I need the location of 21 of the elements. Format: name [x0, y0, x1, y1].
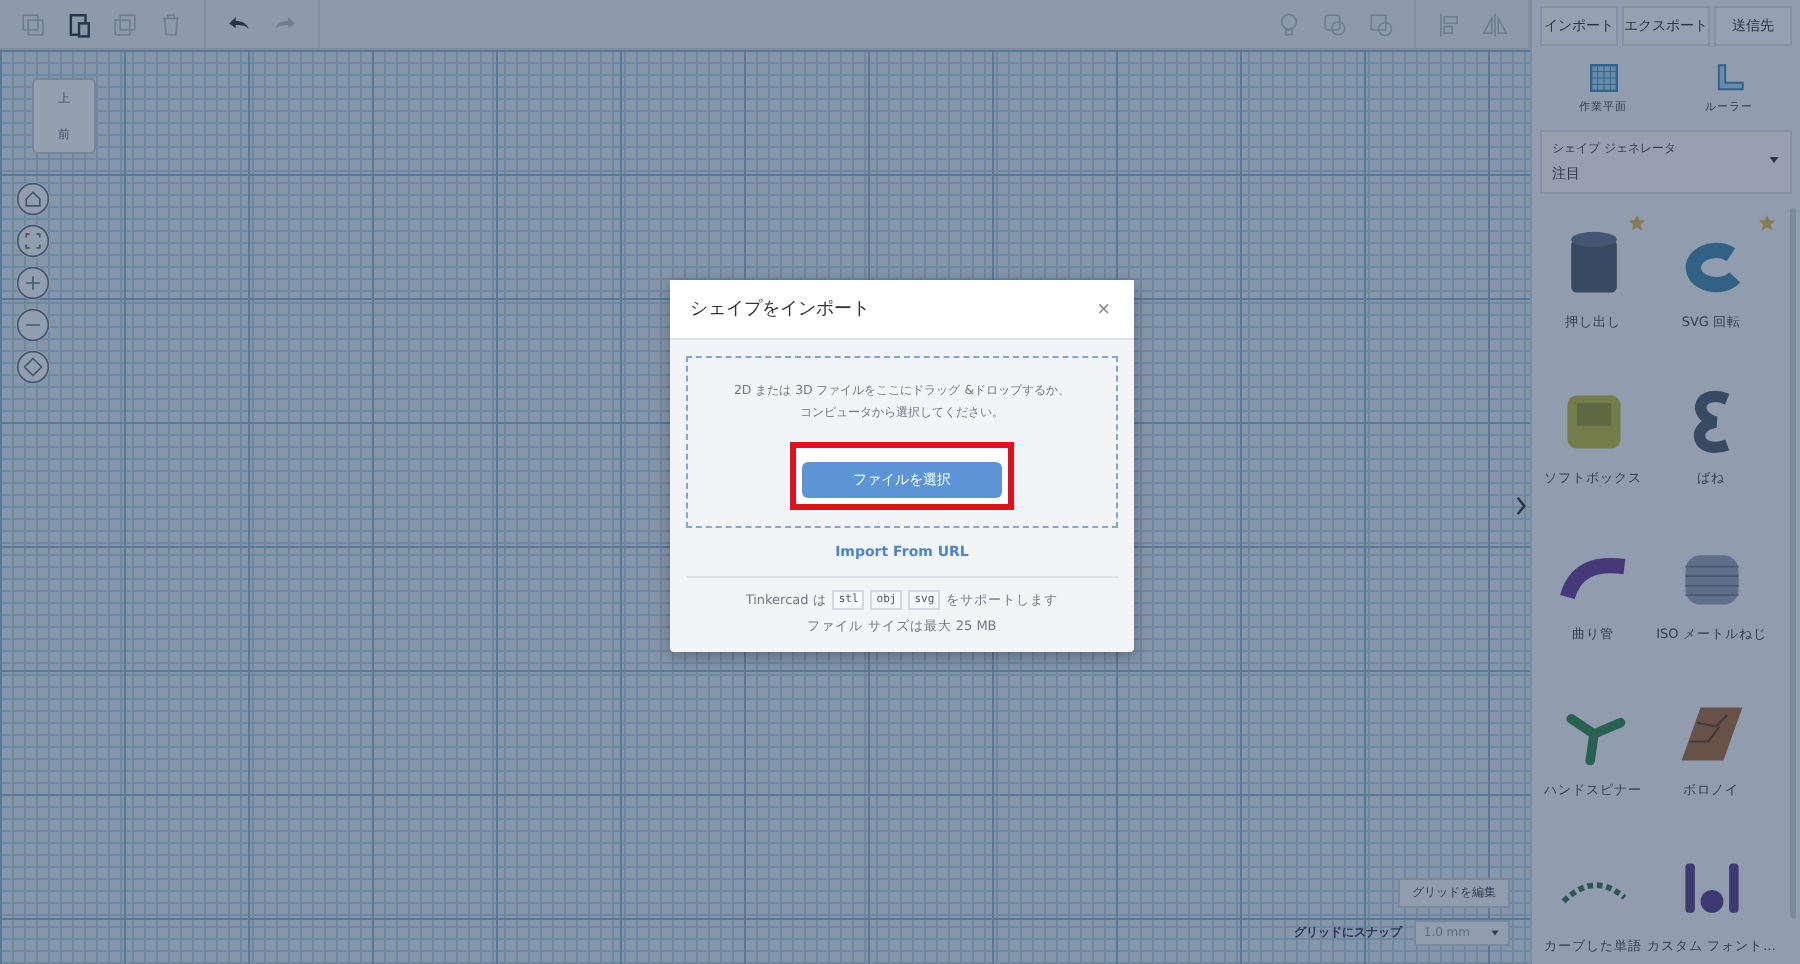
- caret-icon: [1490, 928, 1500, 938]
- ungroup-icon[interactable]: [1368, 11, 1394, 37]
- home-icon[interactable]: [16, 182, 50, 216]
- paste-icon[interactable]: [66, 11, 92, 37]
- lightbulb-icon[interactable]: [1276, 11, 1302, 37]
- duplicate-icon[interactable]: [112, 11, 138, 37]
- perspective-icon[interactable]: [16, 350, 50, 384]
- grid-plane-icon[interactable]: [1587, 62, 1619, 94]
- zoom-out-icon[interactable]: [16, 308, 50, 342]
- zoom-in-icon[interactable]: [16, 266, 50, 300]
- dialog-title: シェイプをインポート: [690, 296, 870, 322]
- group-icon[interactable]: [1322, 11, 1348, 37]
- fit-view-icon[interactable]: [16, 224, 50, 258]
- align-icon[interactable]: [1436, 11, 1462, 37]
- caret-icon: [1768, 154, 1780, 166]
- close-button[interactable]: ×: [1093, 297, 1114, 321]
- ruler-icon[interactable]: [1713, 62, 1745, 94]
- mirror-icon[interactable]: [1482, 11, 1508, 37]
- trash-icon[interactable]: [158, 11, 184, 37]
- copy-icon[interactable]: [20, 11, 46, 37]
- chevron-right-icon[interactable]: [1516, 496, 1526, 516]
